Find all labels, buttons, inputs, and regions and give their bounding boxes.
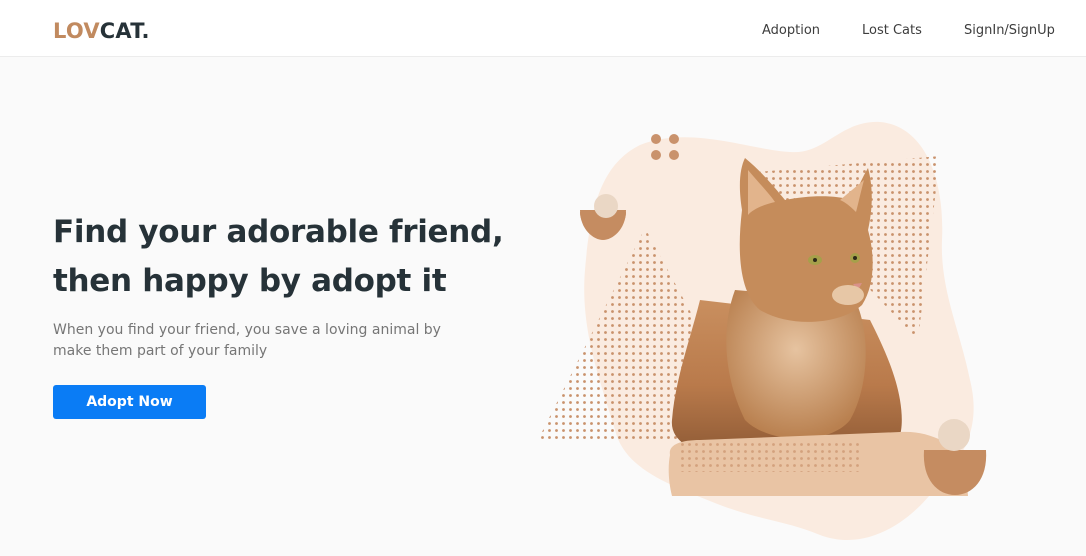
small-circle-left — [594, 194, 618, 218]
hero-subtext-line2: make them part of your family — [53, 343, 268, 359]
nav-link-adoption[interactable]: Adoption — [762, 22, 820, 40]
top-navbar: LOVCAT. Adoption Lost Cats SignIn/SignUp — [0, 0, 1086, 57]
small-circle-right — [938, 419, 970, 451]
brand-logo-part2: CAT. — [99, 19, 150, 43]
hero-subtext: When you find your friend, you save a lo… — [53, 320, 453, 362]
hero-headline: Find your adorable friend, then happy by… — [53, 208, 523, 306]
nav-link-signin-signup[interactable]: SignIn/SignUp — [964, 22, 1055, 40]
brand-logo-part1: LOV — [53, 19, 100, 43]
adopt-now-button[interactable]: Adopt Now — [53, 385, 206, 419]
hero-cat-illustration — [538, 121, 987, 541]
cat-bed-dotted-band — [680, 442, 860, 472]
hero-subtext-line1: When you find your friend, you save a lo… — [53, 322, 441, 338]
nav-link-lost-cats[interactable]: Lost Cats — [862, 22, 922, 40]
hero-headline-line2: then happy by adopt it — [53, 263, 447, 299]
hero-headline-line1: Find your adorable friend, — [53, 214, 504, 250]
brand-logo[interactable]: LOVCAT. — [53, 17, 150, 45]
